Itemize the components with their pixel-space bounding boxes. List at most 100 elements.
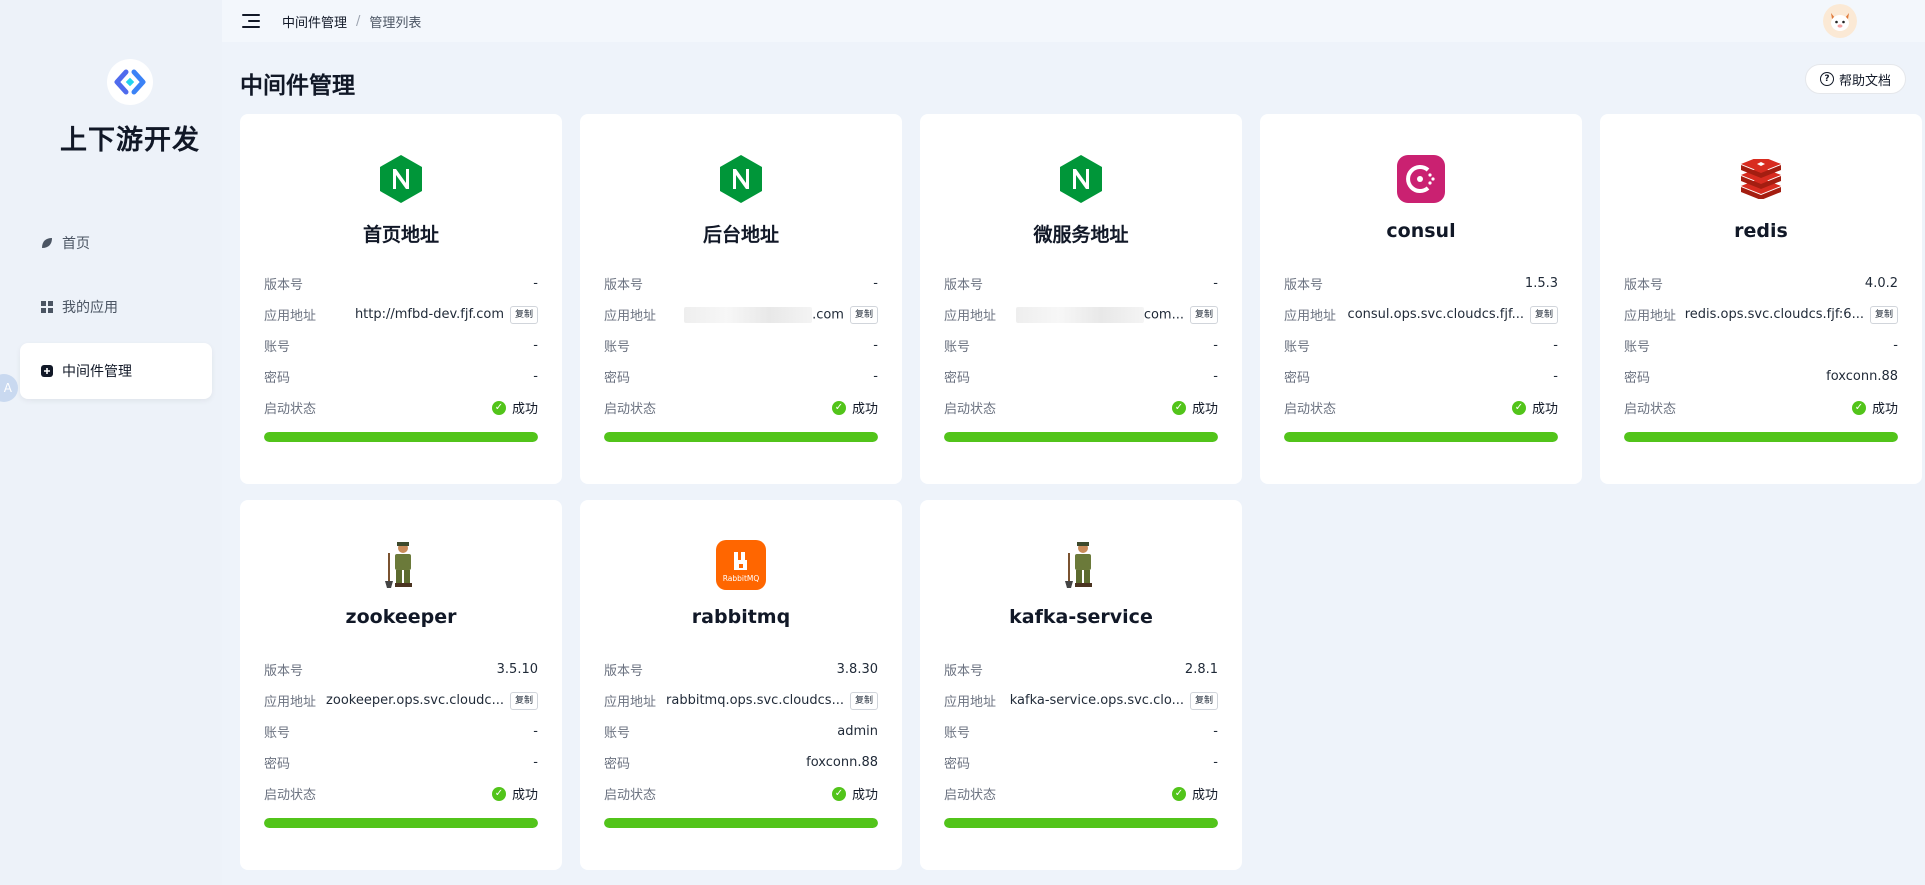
account-row: 账号 admin [604,716,878,747]
card-details: 版本号 3.8.30 应用地址 rabbitmq.ops.svc.cloudcs… [604,654,878,828]
status-label: 启动状态 [944,402,997,417]
version-value: 3.8.30 [836,662,878,677]
sidebar-item-home[interactable]: 首页 [20,215,212,271]
version-value: - [873,276,878,291]
status-label: 启动状态 [264,402,317,417]
copy-button[interactable]: 复制 [1869,305,1898,324]
avatar[interactable] [1823,4,1857,38]
status-badge: ✓ 成功 [831,398,878,417]
top-header: 中间件管理 / 管理列表 [222,0,1925,42]
status-row: 启动状态 ✓ 成功 [264,392,538,423]
address-row: 应用地址 .com 复制 [604,299,878,330]
copy-button[interactable]: 复制 [849,691,878,710]
address-value: zookeeper.ops.svc.cloudc... [326,693,504,708]
card-title: redis [1734,220,1788,242]
status-badge: ✓ 成功 [1511,398,1558,417]
status-value: 成功 [1871,402,1898,417]
brand-logo-icon [107,59,153,105]
version-label: 版本号 [1624,278,1664,293]
address-value: redis.ops.svc.cloudcs.fjf:6... [1684,307,1864,322]
version-value: - [1213,276,1218,291]
progress-fill [604,432,878,442]
password-row: 密码 foxconn.88 [1624,361,1898,392]
copy-button[interactable]: 复制 [1529,305,1558,324]
account-value: - [1213,338,1218,353]
status-label: 启动状态 [604,402,657,417]
check-circle-icon: ✓ [831,786,846,801]
password-row: 密码 - [1284,361,1558,392]
progress-bar [264,432,538,442]
address-value: kafka-service.ops.svc.clo... [1009,693,1184,708]
brand-name: 上下游开发 [60,125,200,156]
account-row: 账号 - [1284,330,1558,361]
address-label: 应用地址 [1284,309,1337,324]
password-row: 密码 - [944,747,1218,778]
copy-button[interactable]: 复制 [1189,691,1218,710]
version-value: 2.8.1 [1184,662,1218,677]
sidebar-item-middleware[interactable]: 中间件管理 [20,343,212,399]
password-value: - [533,755,538,770]
card-details: 版本号 3.5.10 应用地址 zookeeper.ops.svc.cloudc… [264,654,538,828]
account-label: 账号 [1284,340,1311,355]
help-docs-button[interactable]: ? 帮助文档 [1805,64,1906,94]
redis-icon [1736,154,1786,204]
copy-button[interactable]: 复制 [509,305,538,324]
copy-button[interactable]: 复制 [1189,305,1218,324]
status-label: 启动状态 [264,788,317,803]
address-label: 应用地址 [604,309,657,324]
version-value: 3.5.10 [496,662,538,677]
sidebar-collapse-button[interactable]: A [0,374,18,402]
account-row: 账号 - [264,330,538,361]
status-label: 启动状态 [944,788,997,803]
card-title: kafka-service [1009,606,1153,628]
status-row: 启动状态 ✓ 成功 [264,778,538,809]
sidebar-item-my-apps[interactable]: 我的应用 [20,279,212,335]
address-label: 应用地址 [264,695,317,710]
status-badge: ✓ 成功 [831,784,878,803]
password-value: - [873,369,878,384]
breadcrumb-item[interactable]: 中间件管理 [282,12,347,31]
address-value: consul.ops.svc.cloudcs.fjf... [1347,307,1524,322]
account-label: 账号 [604,340,631,355]
check-circle-icon: ✓ [491,400,506,415]
progress-fill [264,818,538,828]
address-label: 应用地址 [604,695,657,710]
password-label: 密码 [264,371,291,386]
check-circle-icon: ✓ [1171,400,1186,415]
password-row: 密码 - [264,361,538,392]
breadcrumb: 中间件管理 / 管理列表 [282,12,421,31]
card-details: 版本号 - 应用地址 com... 复制 账号 - 密码 - 启动状态 ✓ 成功 [944,268,1218,442]
password-value: - [533,369,538,384]
account-label: 账号 [604,726,631,741]
redacted-text [684,306,813,323]
status-badge: ✓ 成功 [1171,784,1218,803]
status-value: 成功 [1191,402,1218,417]
copy-button[interactable]: 复制 [849,305,878,324]
card-details: 版本号 4.0.2 应用地址 redis.ops.svc.cloudcs.fjf… [1624,268,1898,442]
address-row: 应用地址 kafka-service.ops.svc.clo... 复制 [944,685,1218,716]
check-circle-icon: ✓ [831,400,846,415]
status-value: 成功 [511,788,538,803]
address-label: 应用地址 [944,695,997,710]
card-title: 微服务地址 [1033,224,1129,246]
redacted-text [1015,306,1144,323]
address-row: 应用地址 redis.ops.svc.cloudcs.fjf:6... 复制 [1624,299,1898,330]
card-title: 首页地址 [362,224,439,246]
account-label: 账号 [264,726,291,741]
progress-fill [1284,432,1558,442]
address-label: 应用地址 [264,309,317,324]
account-label: 账号 [944,726,971,741]
account-row: 账号 - [1624,330,1898,361]
progress-fill [1624,432,1898,442]
menu-toggle-icon[interactable] [242,14,260,28]
status-badge: ✓ 成功 [491,398,538,417]
status-value: 成功 [851,402,878,417]
account-label: 账号 [1624,340,1651,355]
copy-button[interactable]: 复制 [509,691,538,710]
nginx-icon [1056,154,1106,204]
card-details: 版本号 - 应用地址 .com 复制 账号 - 密码 - 启动状态 ✓ 成功 [604,268,878,442]
address-label: 应用地址 [1624,309,1677,324]
card-details: 版本号 - 应用地址 http://mfbd-dev.fjf.com 复制 账号… [264,268,538,442]
version-value: 1.5.3 [1524,276,1558,291]
version-row: 版本号 3.8.30 [604,654,878,685]
